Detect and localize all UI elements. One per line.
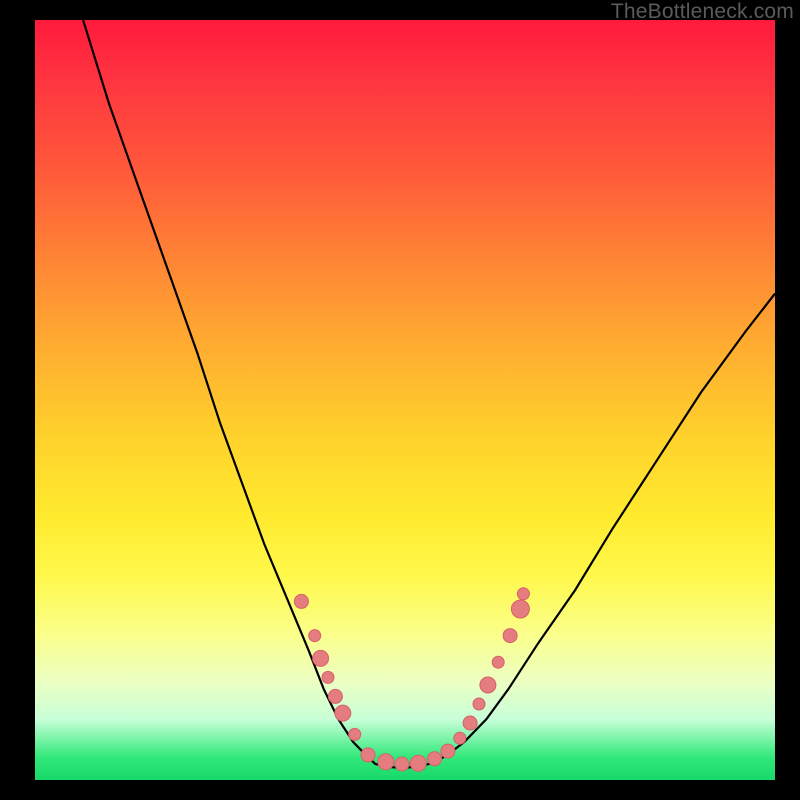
- data-point: [309, 630, 321, 642]
- data-point: [361, 748, 375, 762]
- data-point: [378, 754, 394, 770]
- app-frame: TheBottleneck.com: [0, 0, 800, 800]
- data-point: [441, 744, 455, 758]
- data-point: [503, 629, 517, 643]
- data-point: [328, 689, 342, 703]
- data-point: [480, 677, 496, 693]
- data-point: [349, 728, 361, 740]
- data-point: [454, 732, 466, 744]
- data-point: [473, 698, 485, 710]
- data-point: [511, 600, 529, 618]
- data-point: [313, 650, 329, 666]
- data-point: [322, 671, 334, 683]
- curve-layer: [35, 20, 775, 780]
- bottleneck-curve: [83, 20, 775, 768]
- data-point: [517, 588, 529, 600]
- data-point: [395, 757, 409, 771]
- bottleneck-plot: [35, 20, 775, 780]
- data-point: [428, 752, 442, 766]
- data-point: [410, 755, 426, 771]
- data-point: [294, 594, 308, 608]
- data-point: [335, 705, 351, 721]
- scatter-points: [294, 588, 529, 772]
- data-point: [463, 716, 477, 730]
- data-point: [492, 656, 504, 668]
